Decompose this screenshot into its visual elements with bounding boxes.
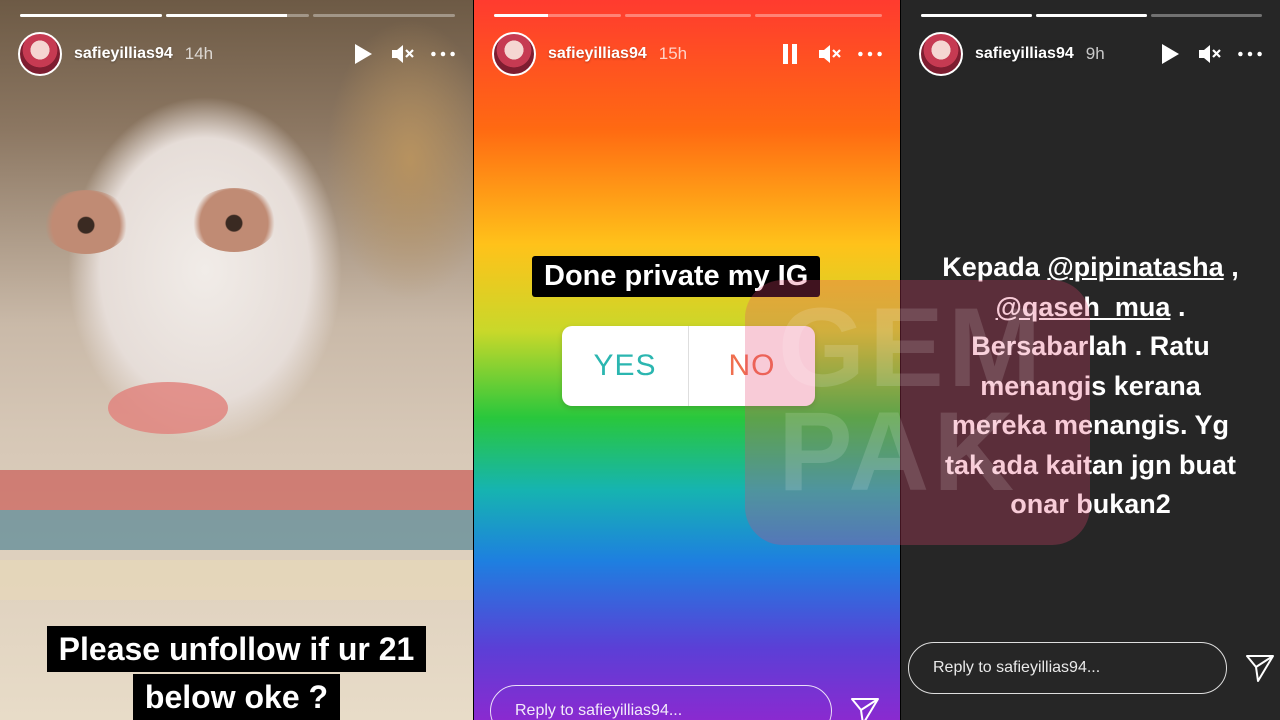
mute-icon[interactable]	[391, 42, 415, 66]
caption-line: Please unfollow if ur 21	[46, 626, 427, 672]
story-progress	[921, 14, 1262, 17]
story-header: safieyillias94 9h	[919, 32, 1262, 76]
more-options-icon[interactable]	[431, 42, 455, 66]
send-icon[interactable]	[1245, 653, 1275, 683]
story-panel-3[interactable]: safieyillias94 9h Kepada @pipinatasha , …	[901, 0, 1280, 720]
story-caption: Please unfollow if ur 21 below oke ?	[0, 626, 473, 720]
message-text: Bersabarlah . Ratu	[971, 331, 1210, 361]
avatar[interactable]	[919, 32, 963, 76]
more-options-icon[interactable]	[1238, 42, 1262, 66]
mute-icon[interactable]	[1198, 42, 1222, 66]
progress-segment	[166, 14, 309, 17]
story-message: Kepada @pipinatasha , @qaseh_mua . Bersa…	[901, 248, 1280, 525]
poll-question: Done private my IG	[532, 256, 821, 297]
story-time: 14h	[184, 44, 214, 63]
mute-icon[interactable]	[818, 42, 842, 66]
progress-segment	[755, 14, 883, 17]
username[interactable]: safieyillias94	[74, 45, 173, 63]
poll-sticker: YES NO	[562, 326, 815, 406]
shirt-stripe-red	[0, 470, 473, 510]
story-time: 15h	[658, 44, 688, 63]
reply-input[interactable]	[490, 685, 832, 720]
username[interactable]: safieyillias94	[548, 45, 647, 63]
story-time: 9h	[1085, 44, 1105, 63]
message-text: ,	[1223, 252, 1239, 282]
message-text: Kepada	[942, 252, 1048, 282]
progress-segment	[1036, 14, 1147, 17]
play-icon[interactable]	[351, 42, 375, 66]
story-panel-2[interactable]: safieyillias94 15h Done private my IG YE…	[474, 0, 900, 720]
progress-segment	[312, 14, 455, 17]
progress-segment	[494, 14, 621, 17]
story-header: safieyillias94 15h	[492, 32, 882, 76]
message-text: menangis kerana	[980, 370, 1201, 401]
progress-segment	[20, 14, 163, 17]
more-options-icon[interactable]	[858, 42, 882, 66]
shirt-stripe-blue	[0, 510, 473, 550]
shirt-stripe-cream	[0, 560, 473, 600]
pause-icon[interactable]	[778, 42, 802, 66]
avatar[interactable]	[492, 32, 536, 76]
face-photo-lips	[108, 382, 228, 434]
username[interactable]: safieyillias94	[975, 45, 1074, 63]
message-text: onar bukan2	[1010, 489, 1171, 519]
message-text: .	[1170, 291, 1186, 322]
story-progress	[20, 14, 455, 17]
send-icon[interactable]	[850, 696, 880, 720]
avatar[interactable]	[18, 32, 62, 76]
reply-input[interactable]	[908, 642, 1227, 694]
progress-segment	[624, 14, 752, 17]
story-progress	[494, 14, 883, 17]
face-photo-eye-left	[42, 190, 130, 254]
poll-option-yes[interactable]: YES	[562, 326, 689, 406]
reply-bar	[908, 642, 1275, 694]
progress-segment	[921, 14, 1032, 17]
poll-option-no[interactable]: NO	[689, 326, 815, 406]
face-photo-eye-right	[190, 188, 278, 252]
mention-link[interactable]: @qaseh_mua	[996, 292, 1171, 322]
caption-line: below oke ?	[132, 674, 341, 720]
progress-segment	[1151, 14, 1262, 17]
play-icon[interactable]	[1158, 42, 1182, 66]
message-text: mereka menangis. Yg	[951, 410, 1230, 440]
message-text: tak ada kaitan jgn buat	[944, 449, 1237, 480]
reply-bar	[490, 685, 880, 720]
story-panel-1[interactable]: safieyillias94 14h Please unfollow if ur…	[0, 0, 473, 720]
mention-link[interactable]: @pipinatasha	[1047, 252, 1223, 282]
story-header: safieyillias94 14h	[18, 32, 455, 76]
